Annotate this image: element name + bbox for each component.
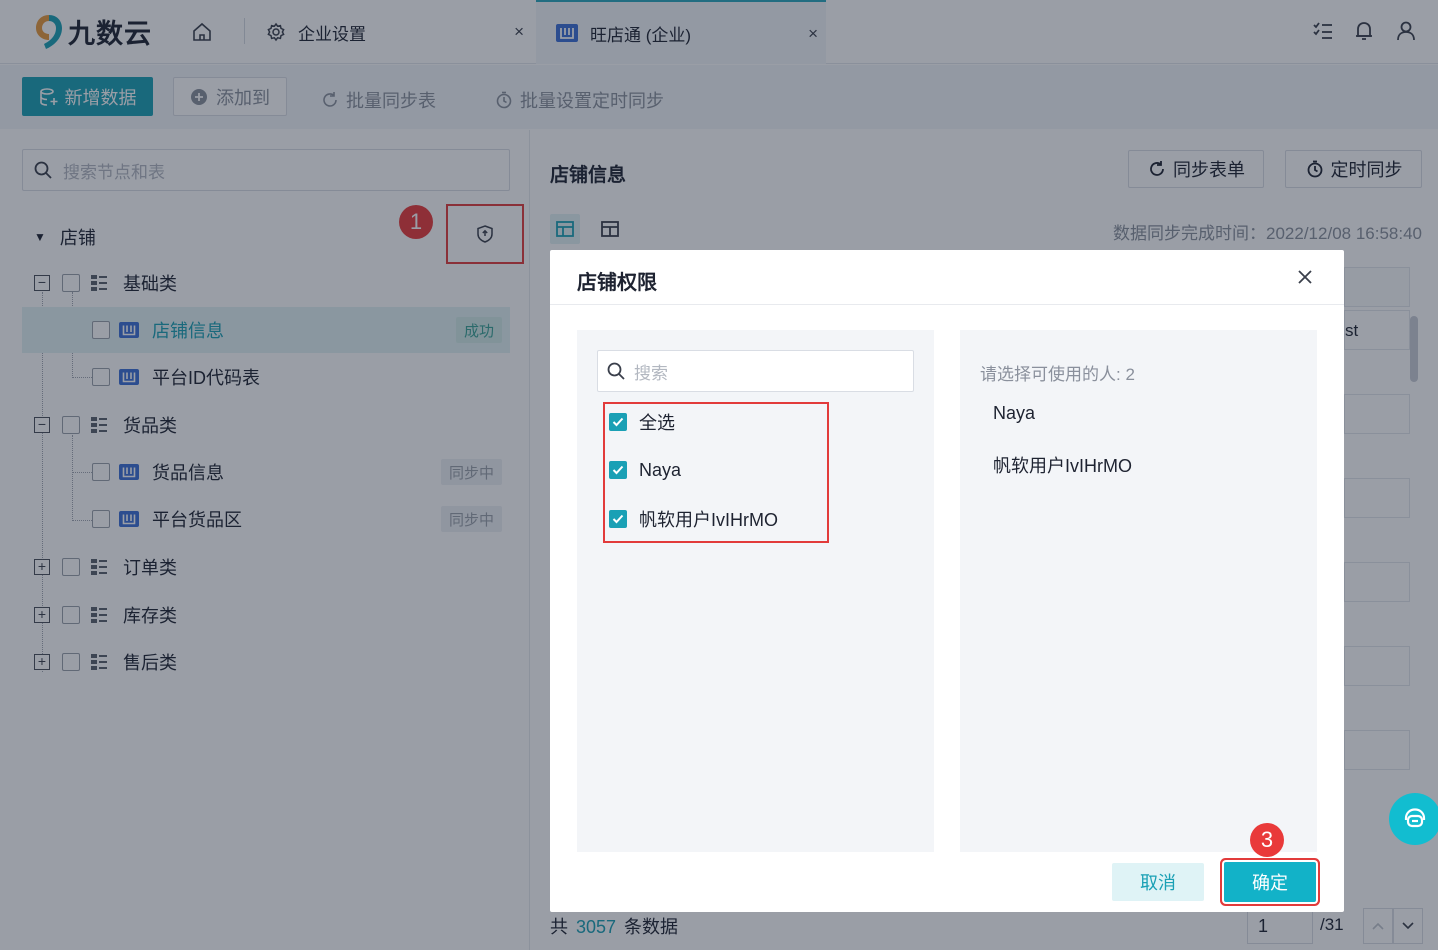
dialog-title: 店铺权限: [577, 272, 657, 294]
search-icon: [607, 362, 625, 380]
confirm-button[interactable]: 确定: [1224, 862, 1316, 902]
customer-service-button[interactable]: [1389, 793, 1438, 845]
selected-user: Naya: [993, 403, 1036, 423]
dialog-header: 店铺权限: [550, 250, 1344, 305]
shop-permission-dialog: 店铺权限 搜索 全选 Naya 帆软用户IvIHrMO 请选择可使用的人: 2 …: [550, 250, 1344, 912]
selected-user: 帆软用户IvIHrMO: [993, 456, 1132, 476]
highlight-box-2: [603, 402, 829, 543]
close-icon[interactable]: [1294, 266, 1316, 288]
headset-icon: [1404, 808, 1426, 828]
cancel-button[interactable]: 取消: [1112, 863, 1204, 901]
selected-users-pane: 请选择可使用的人: 2 Naya 帆软用户IvIHrMO: [960, 330, 1317, 852]
annotation-badge-3: 3: [1250, 823, 1284, 857]
user-search-input[interactable]: 搜索: [597, 350, 914, 392]
search-placeholder: 搜索: [634, 363, 668, 383]
selected-count-caption: 请选择可使用的人: 2: [980, 365, 1135, 384]
